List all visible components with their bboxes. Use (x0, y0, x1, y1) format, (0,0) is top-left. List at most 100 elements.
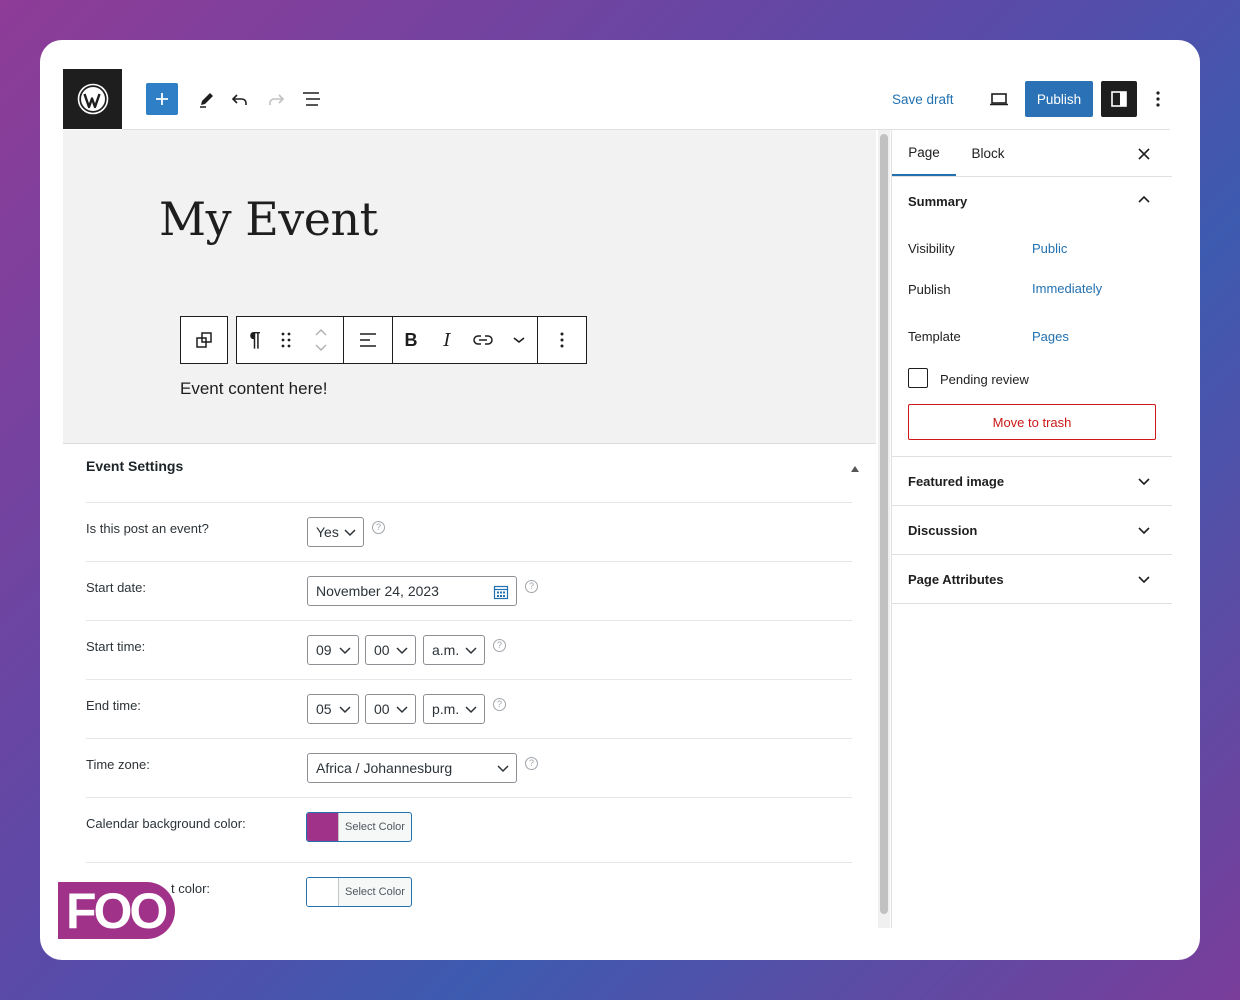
more-formatting-button[interactable] (501, 317, 537, 363)
start-minute-select[interactable]: 00 (365, 635, 416, 665)
help-icon[interactable]: ? (525, 756, 538, 770)
field-control: Select Color (306, 877, 412, 907)
options-button[interactable] (1146, 85, 1170, 113)
help-icon[interactable]: ? (372, 520, 385, 534)
pending-review-checkbox[interactable] (908, 368, 928, 388)
is-event-select[interactable]: Yes (307, 517, 364, 547)
redo-button[interactable] (262, 85, 290, 113)
start-date-input[interactable]: November 24, 2023 (307, 576, 517, 606)
bold-icon: B (404, 329, 418, 350)
summary-panel-title[interactable]: Summary (908, 194, 967, 209)
featured-image-panel[interactable]: Featured image (908, 474, 1004, 489)
align-left-icon (360, 333, 376, 347)
paragraph-icon: ¶ (249, 328, 261, 351)
tab-page[interactable]: Page (892, 130, 956, 176)
select-value: Yes (316, 524, 339, 540)
sidebar-divider (892, 456, 1172, 457)
select-value: p.m. (432, 701, 460, 717)
more-vertical-icon (1156, 91, 1160, 107)
triangle-up-icon (851, 466, 859, 472)
end-minute-select[interactable]: 00 (365, 694, 416, 724)
align-button[interactable] (344, 317, 392, 363)
sidebar-divider (892, 603, 1172, 604)
wordpress-logo-icon[interactable] (63, 69, 122, 129)
page-attributes-panel[interactable]: Page Attributes (908, 572, 1004, 587)
paragraph-type-button[interactable]: ¶ (237, 317, 273, 363)
document-overview-button[interactable] (298, 85, 326, 113)
editor-window: Save draft Publish My Event ¶ B I Event … (40, 40, 1200, 960)
discussion-panel[interactable]: Discussion (908, 523, 977, 538)
foo-brand-logo: FOO (58, 882, 175, 939)
chevron-down-icon[interactable] (314, 342, 328, 352)
meta-box-toggle[interactable] (850, 460, 860, 472)
select-color-label: Select Color (345, 821, 405, 833)
drag-handle-icon (281, 332, 291, 348)
close-sidebar-button[interactable] (1132, 142, 1156, 166)
field-row-text-color: t color: Select Color (86, 862, 852, 932)
text-color-picker-button[interactable]: Select Color (306, 877, 412, 907)
chevron-down-icon (465, 706, 477, 714)
chevron-up-icon[interactable] (1136, 192, 1152, 208)
chevron-down-icon[interactable] (1136, 473, 1152, 489)
paragraph-block[interactable]: Event content here! (180, 379, 327, 399)
block-options-button[interactable] (538, 317, 586, 363)
select-value: a.m. (432, 642, 460, 658)
add-block-button[interactable] (146, 83, 178, 115)
time-zone-select[interactable]: Africa / Johannesburg (307, 753, 517, 783)
chevron-down-icon[interactable] (1136, 571, 1152, 587)
italic-button[interactable]: I (429, 317, 465, 363)
post-title[interactable]: My Event (159, 192, 378, 246)
redo-icon (269, 94, 285, 105)
end-ampm-select[interactable]: p.m. (423, 694, 485, 724)
help-icon[interactable]: ? (493, 638, 506, 652)
field-control: Yes ? (307, 517, 385, 547)
template-toggle[interactable]: Pages (1032, 329, 1069, 344)
transform-block-button[interactable] (186, 317, 222, 363)
pending-review-label[interactable]: Pending review (940, 372, 1029, 387)
bg-color-picker-button[interactable]: Select Color (306, 812, 412, 842)
calendar-icon[interactable] (493, 584, 509, 600)
field-label: Start time: (86, 639, 146, 654)
end-hour-select[interactable]: 05 (307, 694, 359, 724)
bold-button[interactable]: B (393, 317, 429, 363)
select-value: 00 (374, 642, 390, 658)
link-button[interactable] (465, 317, 501, 363)
select-color-label: Select Color (345, 886, 405, 898)
tab-block[interactable]: Block (956, 130, 1020, 176)
chevron-down-icon (344, 529, 356, 537)
start-ampm-select[interactable]: a.m. (423, 635, 485, 665)
block-transform-group (180, 316, 228, 364)
chevron-up-icon[interactable] (314, 328, 328, 338)
undo-button[interactable] (226, 85, 254, 113)
field-label: Is this post an event? (86, 521, 209, 536)
visibility-label: Visibility (908, 241, 955, 256)
publish-button[interactable]: Publish (1025, 81, 1093, 117)
start-hour-select[interactable]: 09 (307, 635, 359, 665)
publish-date-toggle[interactable]: Immediately (1032, 281, 1102, 296)
save-draft-button[interactable]: Save draft (892, 84, 954, 114)
help-icon[interactable]: ? (525, 579, 538, 593)
sidebar-divider (892, 176, 1172, 177)
field-control: Select Color (306, 812, 412, 842)
visibility-toggle[interactable]: Public (1032, 241, 1067, 256)
move-to-trash-button[interactable]: Move to trash (908, 404, 1156, 440)
toolbar-gap (228, 316, 236, 364)
field-row-is-event: Is this post an event? Yes ? (86, 502, 852, 561)
pencil-icon (200, 93, 213, 108)
preview-button[interactable] (985, 85, 1013, 113)
sidebar-divider (892, 554, 1172, 555)
foo-logo-text: FOO (66, 882, 168, 939)
chevron-down-icon (497, 765, 509, 773)
tools-button[interactable] (193, 85, 221, 113)
sidebar-divider (892, 505, 1172, 506)
settings-button[interactable] (1101, 81, 1137, 117)
move-block-buttons[interactable] (299, 317, 343, 363)
chevron-down-icon (339, 647, 351, 655)
copy-block-icon (196, 332, 212, 348)
chevron-down-icon[interactable] (1136, 522, 1152, 538)
drag-handle[interactable] (273, 317, 299, 363)
editor-canvas[interactable]: My Event ¶ B I Event content here! (63, 130, 876, 444)
scrollbar-thumb[interactable] (880, 134, 888, 914)
help-icon[interactable]: ? (493, 697, 506, 711)
chevron-down-icon (465, 647, 477, 655)
